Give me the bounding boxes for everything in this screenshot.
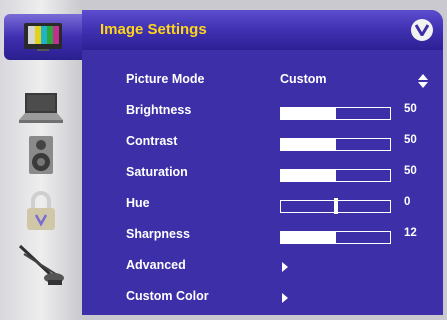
brightness-slider[interactable] [280, 107, 391, 120]
laptop-icon [19, 93, 63, 123]
picture-mode-row[interactable]: Picture Mode Custom [82, 65, 443, 95]
up-down-arrow-icon[interactable] [418, 74, 428, 88]
brightness-fill [281, 108, 336, 119]
contrast-row[interactable]: Contrast 50 [82, 127, 443, 157]
saturation-value: 50 [404, 165, 417, 177]
advanced-row[interactable]: Advanced [82, 251, 443, 281]
sharpness-value: 12 [404, 227, 417, 239]
tv-screen-icon [24, 23, 62, 51]
brightness-label: Brightness [126, 103, 192, 117]
advanced-label: Advanced [126, 258, 186, 272]
hue-marker[interactable] [333, 198, 338, 214]
contrast-value: 50 [404, 134, 417, 146]
sharpness-label: Sharpness [126, 227, 190, 241]
hue-slider[interactable] [280, 198, 391, 214]
sidebar-item-picture[interactable] [4, 14, 82, 60]
chevron-right-icon[interactable] [282, 262, 288, 272]
sidebar [0, 0, 82, 320]
hue-value: 0 [404, 196, 411, 208]
speaker-icon [29, 136, 53, 174]
sharpness-slider[interactable] [280, 231, 391, 244]
satellite-dish-icon [18, 244, 64, 285]
contrast-fill [281, 139, 336, 150]
picture-mode-label: Picture Mode [126, 72, 205, 86]
chevron-right-icon[interactable] [282, 293, 288, 303]
contrast-slider[interactable] [280, 138, 391, 151]
hue-row[interactable]: Hue 0 [82, 189, 443, 219]
contrast-label: Contrast [126, 134, 178, 148]
vizio-v-logo-icon[interactable] [411, 19, 433, 41]
sidebar-item-audio[interactable] [10, 132, 72, 178]
settings-panel: Image Settings Picture Mode Custom Brigh… [82, 10, 443, 315]
saturation-row[interactable]: Saturation 50 [82, 158, 443, 188]
panel-header: Image Settings [82, 10, 443, 50]
page-title: Image Settings [100, 21, 207, 38]
saturation-label: Saturation [126, 165, 188, 179]
picture-mode-value: Custom [280, 72, 327, 86]
brightness-row[interactable]: Brightness 50 [82, 96, 443, 126]
sharpness-row[interactable]: Sharpness 12 [82, 220, 443, 250]
sidebar-item-lock[interactable] [10, 188, 72, 234]
custom-color-row[interactable]: Custom Color [82, 282, 443, 312]
saturation-slider[interactable] [280, 169, 391, 182]
sidebar-item-input[interactable] [10, 84, 72, 130]
padlock-icon [27, 191, 55, 230]
sharpness-fill [281, 232, 336, 243]
saturation-fill [281, 170, 336, 181]
custom-color-label: Custom Color [126, 289, 209, 303]
sidebar-item-setup[interactable] [10, 242, 72, 288]
brightness-value: 50 [404, 103, 417, 115]
hue-label: Hue [126, 196, 150, 210]
